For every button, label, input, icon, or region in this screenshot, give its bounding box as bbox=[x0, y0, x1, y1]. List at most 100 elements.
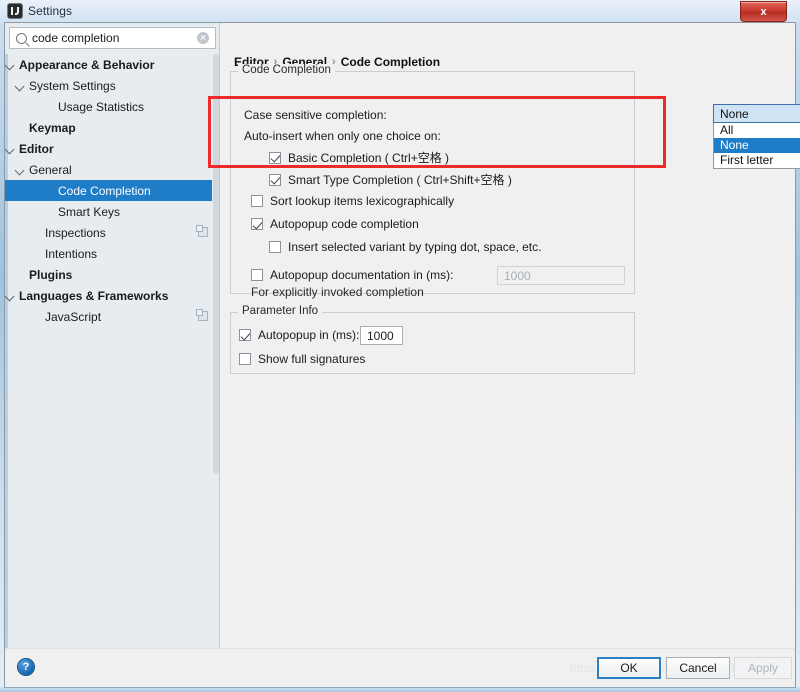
sidebar-item-label: Smart Keys bbox=[58, 204, 121, 219]
sidebar-item-label: Languages & Frameworks bbox=[19, 288, 169, 303]
sidebar-item-label: JavaScript bbox=[45, 309, 102, 324]
help-icon[interactable]: ? bbox=[18, 659, 34, 675]
insert-variant-checkbox[interactable] bbox=[269, 241, 281, 253]
breadcrumb-code-completion: Code Completion bbox=[340, 55, 441, 69]
sidebar-item-usage-statistics[interactable]: Usage Statistics bbox=[5, 96, 212, 117]
autopopup-code-checkbox[interactable] bbox=[251, 218, 263, 230]
smart-type-completion-label: Smart Type Completion ( Ctrl+Shift+空格 ) bbox=[288, 173, 512, 187]
sidebar-item-code-completion[interactable]: Code Completion bbox=[5, 180, 212, 201]
case-sensitive-label: Case sensitive completion: bbox=[244, 108, 387, 122]
close-icon[interactable]: x bbox=[740, 1, 787, 22]
sidebar-item-label: Inspections bbox=[45, 225, 106, 240]
sidebar-item-label: Plugins bbox=[29, 267, 73, 282]
dialog-content: Appearance & Behavior System Settings Usag… bbox=[5, 23, 800, 649]
case-sensitive-combobox-value: None bbox=[720, 106, 749, 121]
show-full-signatures-label: Show full signatures bbox=[258, 352, 366, 366]
sidebar-item-label: System Settings bbox=[29, 78, 116, 93]
sort-lookup-label: Sort lookup items lexicographically bbox=[270, 194, 455, 208]
sidebar-item-intentions[interactable]: Intentions bbox=[5, 243, 212, 264]
autopopup-code-label: Autopopup code completion bbox=[270, 217, 419, 231]
smart-type-completion-checkbox-row[interactable]: Smart Type Completion ( Ctrl+Shift+空格 ) bbox=[269, 171, 512, 188]
sidebar-item-smart-keys[interactable]: Smart Keys bbox=[5, 201, 212, 222]
autopopup-doc-input[interactable]: 1000 bbox=[497, 266, 625, 285]
case-sensitive-completion-combobox[interactable]: None bbox=[713, 104, 800, 123]
autopopup-code-checkbox-row[interactable]: Autopopup code completion bbox=[251, 217, 419, 231]
dropdown-option-none[interactable]: None bbox=[714, 138, 800, 153]
sidebar-item-languages-frameworks[interactable]: Languages & Frameworks bbox=[5, 285, 212, 306]
chevron-down-icon[interactable] bbox=[15, 164, 26, 175]
sidebar-item-label: Appearance & Behavior bbox=[19, 57, 155, 72]
auto-insert-label: Auto-insert when only one choice on: bbox=[244, 129, 441, 143]
sidebar-item-editor[interactable]: Editor bbox=[5, 138, 212, 159]
dropdown-option-first-letter[interactable]: First letter bbox=[714, 153, 800, 168]
sidebar-item-plugins[interactable]: Plugins bbox=[5, 264, 212, 285]
settings-sidebar: Appearance & Behavior System Settings Usag… bbox=[5, 23, 220, 649]
search-field-wrapper[interactable] bbox=[9, 27, 216, 49]
settings-tree: Appearance & Behavior System Settings Usag… bbox=[5, 54, 212, 649]
settings-detail-panel: Editor › General › Code Completion Code … bbox=[221, 23, 800, 649]
title-bar: Settings x bbox=[0, 0, 800, 22]
panel-divider bbox=[219, 23, 220, 649]
smart-type-completion-checkbox[interactable] bbox=[269, 173, 281, 186]
sidebar-item-inspections[interactable]: Inspections bbox=[5, 222, 212, 243]
search-icon bbox=[16, 32, 27, 44]
settings-window: Settings x Appearance & Behavior System S… bbox=[0, 0, 800, 692]
chevron-down-icon[interactable] bbox=[5, 143, 16, 154]
basic-completion-checkbox-row[interactable]: Basic Completion ( Ctrl+空格 ) bbox=[269, 149, 449, 166]
insert-variant-label: Insert selected variant by typing dot, s… bbox=[288, 240, 542, 254]
chevron-down-icon[interactable] bbox=[15, 80, 26, 91]
autopopup-doc-checkbox-row[interactable]: Autopopup documentation in (ms): bbox=[251, 268, 453, 282]
show-full-signatures-checkbox-row[interactable]: Show full signatures bbox=[239, 352, 365, 366]
intellij-idea-icon bbox=[8, 4, 22, 18]
sidebar-item-general[interactable]: General bbox=[5, 159, 212, 180]
sidebar-item-javascript[interactable]: JavaScript bbox=[5, 306, 212, 327]
show-full-signatures-checkbox[interactable] bbox=[239, 353, 251, 365]
settings-dialog: Appearance & Behavior System Settings Usag… bbox=[4, 22, 800, 688]
sidebar-item-keymap[interactable]: Keymap bbox=[5, 117, 212, 138]
parameter-autopopup-checkbox-row[interactable]: Autopopup in (ms): bbox=[239, 328, 359, 342]
desktop-glow bbox=[0, 687, 800, 692]
chevron-down-icon[interactable] bbox=[5, 59, 16, 70]
case-sensitive-dropdown-list[interactable]: All None First letter bbox=[713, 123, 800, 169]
parameter-autopopup-checkbox[interactable] bbox=[239, 329, 251, 341]
basic-completion-label: Basic Completion ( Ctrl+空格 ) bbox=[288, 151, 450, 165]
clear-icon[interactable] bbox=[197, 32, 209, 44]
copy-settings-icon[interactable] bbox=[196, 309, 208, 321]
sort-lookup-checkbox[interactable] bbox=[251, 195, 263, 207]
apply-button: Apply bbox=[734, 657, 792, 679]
code-completion-group-title: Code Completion bbox=[238, 64, 335, 76]
parameter-autopopup-label: Autopopup in (ms): bbox=[258, 328, 360, 342]
sidebar-item-label: Intentions bbox=[45, 246, 98, 261]
dropdown-option-all[interactable]: All bbox=[714, 123, 800, 138]
cancel-button[interactable]: Cancel bbox=[666, 657, 730, 679]
dialog-footer: ? https://blog.csdn.net/weixin_44056868 … bbox=[5, 648, 795, 687]
ok-button[interactable]: OK bbox=[597, 657, 661, 679]
autopopup-doc-checkbox[interactable] bbox=[251, 269, 263, 281]
parameter-autopopup-input[interactable]: 1000 bbox=[360, 326, 403, 345]
sidebar-item-system-settings[interactable]: System Settings bbox=[5, 75, 212, 96]
explicit-invocation-hint: For explicitly invoked completion bbox=[251, 285, 424, 299]
sidebar-item-label: Keymap bbox=[29, 120, 76, 135]
window-title: Settings bbox=[28, 4, 73, 18]
sidebar-item-label: Code Completion bbox=[58, 183, 151, 198]
sidebar-item-label: Usage Statistics bbox=[58, 99, 145, 114]
sidebar-item-label: Editor bbox=[19, 141, 54, 156]
sidebar-item-appearance-behavior[interactable]: Appearance & Behavior bbox=[5, 54, 212, 75]
autopopup-doc-label: Autopopup documentation in (ms): bbox=[270, 268, 454, 282]
copy-settings-icon[interactable] bbox=[196, 225, 208, 237]
chevron-down-icon[interactable] bbox=[5, 290, 16, 301]
search-input[interactable] bbox=[32, 31, 197, 45]
sort-lookup-checkbox-row[interactable]: Sort lookup items lexicographically bbox=[251, 194, 454, 208]
sidebar-item-label: General bbox=[29, 162, 72, 177]
parameter-info-group-title: Parameter Info bbox=[238, 305, 323, 317]
basic-completion-checkbox[interactable] bbox=[269, 151, 281, 164]
insert-variant-checkbox-row[interactable]: Insert selected variant by typing dot, s… bbox=[269, 240, 541, 254]
